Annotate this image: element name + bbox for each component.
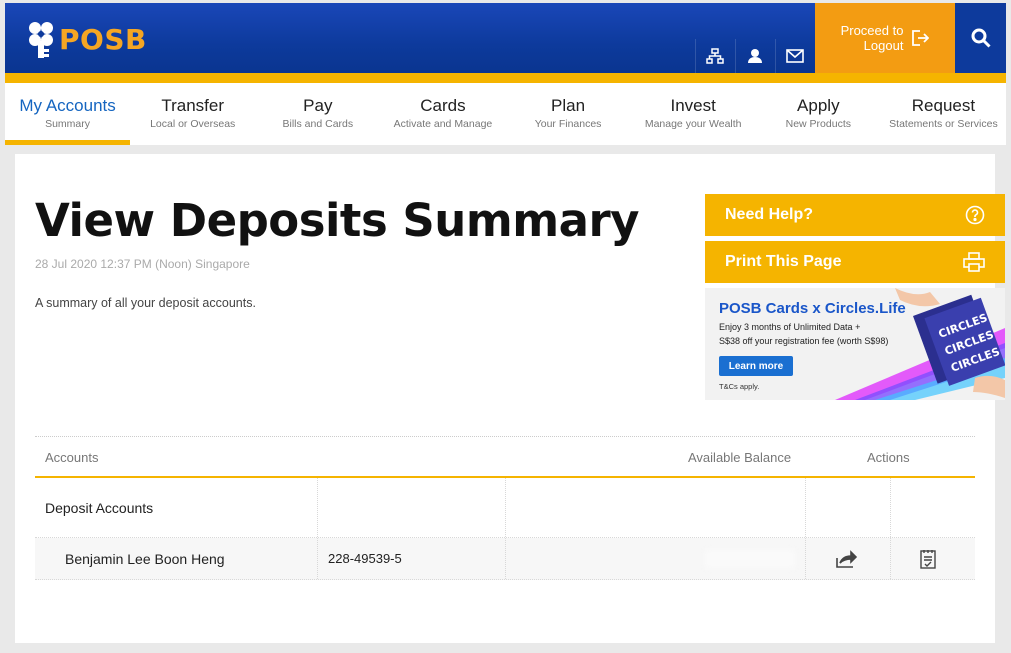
deposits-table: Accounts Available Balance Actions Depos…: [35, 436, 975, 580]
nav-title: Cards: [420, 96, 466, 115]
balance-redacted: [705, 550, 795, 568]
need-help-label: Need Help?: [725, 206, 814, 223]
nav-title: Apply: [797, 96, 840, 115]
col-actions: Actions: [867, 450, 910, 465]
nav-cards[interactable]: Cards Activate and Manage: [380, 83, 505, 145]
nav-subtitle: Bills and Cards: [282, 118, 354, 130]
nav-subtitle: New Products: [785, 118, 851, 130]
nav-apply[interactable]: Apply New Products: [756, 83, 881, 145]
banner-line-1: Enjoy 3 months of Unlimited Data +: [719, 322, 861, 332]
col-balance: Available Balance: [688, 450, 792, 465]
search-icon: [971, 28, 991, 48]
group-label: Deposit Accounts: [45, 499, 154, 516]
account-number: 228-49539-5: [328, 551, 402, 566]
page-description: A summary of all your deposit accounts.: [35, 296, 256, 310]
sitemap-icon[interactable]: [695, 39, 733, 73]
nav-request[interactable]: Request Statements or Services: [881, 83, 1006, 145]
table-header: Accounts Available Balance Actions: [35, 436, 975, 478]
nav-subtitle: Your Finances: [534, 118, 602, 130]
question-icon: [965, 205, 985, 225]
nav-plan[interactable]: Plan Your Finances: [506, 83, 631, 145]
nav-title: My Accounts: [19, 96, 116, 115]
timestamp: 28 Jul 2020 12:37 PM (Noon) Singapore: [35, 257, 250, 271]
page-title: View Deposits Summary: [35, 194, 640, 247]
key-logo-icon: [29, 22, 53, 58]
search-button[interactable]: [955, 3, 1006, 73]
transfer-action[interactable]: [835, 538, 857, 579]
main-panel: View Deposits Summary 28 Jul 2020 12:37 …: [15, 154, 1005, 643]
statement-action[interactable]: [920, 538, 936, 579]
nav-subtitle: Manage your Wealth: [644, 118, 742, 130]
print-page-button[interactable]: Print This Page: [705, 241, 1005, 283]
profile-icon[interactable]: [735, 39, 773, 73]
logout-line-2: Logout: [863, 38, 904, 53]
col-accounts: Accounts: [45, 450, 99, 465]
printer-icon: [963, 252, 985, 272]
logout-line-1: Proceed to: [840, 23, 904, 38]
nav-subtitle: Summary: [45, 118, 91, 130]
promo-banner[interactable]: CIRCLES CIRCLES CIRCLES POSB Cards x Cir…: [705, 288, 1005, 400]
header-accent-stripe: [5, 73, 1006, 83]
nav-my-accounts[interactable]: My Accounts Summary: [5, 83, 131, 145]
account-name[interactable]: Benjamin Lee Boon Heng: [65, 538, 225, 579]
nav-title: Transfer: [161, 96, 225, 115]
mail-icon[interactable]: [775, 39, 813, 73]
main-nav: My Accounts Summary Transfer Local or Ov…: [5, 83, 1006, 145]
nav-title: Plan: [551, 96, 586, 115]
print-page-label: Print This Page: [725, 253, 842, 270]
nav-subtitle: Activate and Manage: [393, 118, 493, 130]
banner-title: POSB Cards x Circles.Life: [719, 300, 906, 317]
nav-title: Pay: [303, 96, 333, 115]
nav-title: Invest: [670, 96, 716, 115]
statement-icon: [920, 549, 936, 569]
nav-pay[interactable]: Pay Bills and Cards: [255, 83, 380, 145]
banner-tc: T&Cs apply.: [719, 382, 760, 391]
nav-invest[interactable]: Invest Manage your Wealth: [631, 83, 756, 145]
group-row: Deposit Accounts: [35, 478, 975, 538]
nav-subtitle: Statements or Services: [889, 118, 998, 130]
brand-name: POSB: [59, 22, 147, 56]
posb-logo[interactable]: POSB: [27, 19, 147, 59]
nav-transfer[interactable]: Transfer Local or Overseas: [130, 83, 255, 145]
logout-button[interactable]: Proceed to Logout: [815, 3, 955, 73]
banner-line-2: S$38 off your registration fee (worth S$…: [719, 336, 889, 346]
logout-icon: [912, 30, 930, 46]
nav-title: Request: [911, 96, 976, 115]
table-row[interactable]: Benjamin Lee Boon Heng 228-49539-5: [35, 538, 975, 580]
learn-more-button[interactable]: Learn more: [719, 356, 793, 376]
share-arrow-icon: [836, 549, 857, 568]
nav-subtitle: Local or Overseas: [150, 118, 236, 130]
need-help-button[interactable]: Need Help?: [705, 194, 1005, 236]
